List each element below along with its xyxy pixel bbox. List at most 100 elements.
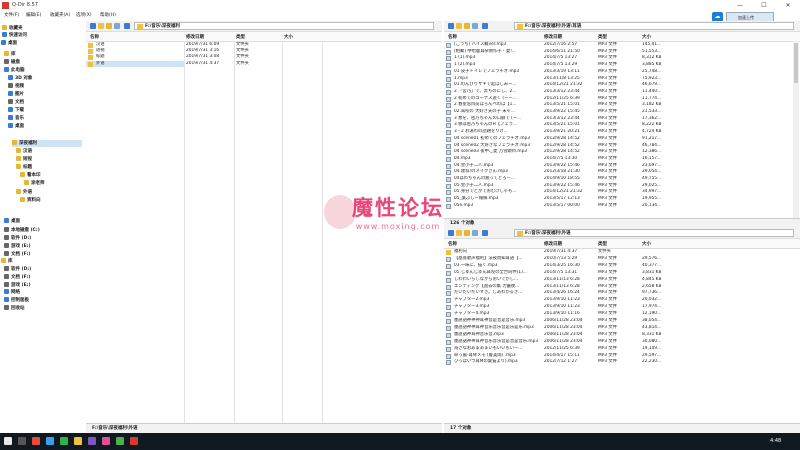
tree-item[interactable]: 文档 (F:) [4,251,30,258]
pane3-file-list[interactable]: 名称 修改日期 类型 大小 福利向 2019/7/31 4:37 文件夹 【基底歌声福… [444,239,800,423]
tree-item[interactable]: 桌面 [4,218,20,225]
file-row[interactable]: 墨語語神神耳神音乐音乐音是乐是乐.mp3 2006/11/28 23:04 MP3 … [444,325,792,332]
tree-item[interactable]: 回收站 [4,305,25,312]
file-row[interactable]: 3 - 2 お湯わの話題をりけ... 2013/9/21 20:21 MP3 文件 4… [444,129,792,136]
file-row[interactable]: 海さなおあまあまいもいいもいー... 2012/11/25 6:39 MP3 文件 1… [444,346,792,353]
tree-item[interactable]: 软件 (D:) [4,235,31,242]
file-row[interactable]: チャプター4.mp3 2013/9/10 11:16 MP3 文件 12,190... [444,311,792,318]
tree-item[interactable]: 库 [4,51,16,58]
file-row[interactable]: 04 scene01 初めてのフェラチオ.mp3 2012/9/28 14:52 M… [444,136,792,143]
file-row[interactable]: 墨語語神神神耳神音是音是音乐.mp3 2006/11/28 23:04 MP3 文件… [444,318,792,325]
taskbar-app-icon[interactable] [116,437,124,445]
file-row[interactable]: 01.のんびりサキで起ばしみー... 2014/12/21 21:32 MP3 文件… [444,82,792,89]
pane2-address-bar[interactable]: F:\音乐\深夜福利\外语\耳语 [514,22,794,30]
tree-item[interactable]: 下载 [8,107,24,114]
file-row[interactable]: 2 初めてのユーナス遊く (ーー... 2012/11/25 6:39 MP3 文件… [444,96,792,103]
file-row[interactable]: ひっぱいつ耳Mの葉猫より).mp3 2012/7/12 1:27 MP3 文件 22,… [444,359,792,366]
tree-item[interactable]: 资料向 [20,197,41,204]
pane2-scrollbar[interactable] [793,41,799,218]
col-size[interactable]: 大小 [284,34,293,40]
tree-item[interactable]: 短视 [16,156,32,163]
taskbar-app-icon[interactable] [102,437,110,445]
file-row[interactable]: 04.建ね!のメイクさん.mp3 2012/3/18 21:30 MP3 文件 29,… [444,169,792,176]
file-row[interactable]: [こうち] ハイス概ver.mp3 2012/7/16 2:57 MP3 文件 145… [444,42,792,49]
file-row[interactable]: 04.mp3 2014/7/5 13:30 MP3 文件 16,157... [444,156,792,163]
tree-item[interactable]: 涂老师 [24,180,45,187]
taskbar-app-icon[interactable] [60,437,68,445]
col-size[interactable]: 大小 [642,34,651,40]
file-row[interactable]: 1 (1).mp3 2014/7/5 13:27 MP3 文件 8,312 KB [444,55,792,62]
search-icon[interactable] [18,437,26,445]
refresh-icon[interactable] [124,23,130,29]
view-icon[interactable] [114,23,120,29]
back-icon[interactable] [448,230,454,236]
file-row[interactable]: エンディング【過去の集 力量後... 2013/11/13 6:28 MP3 文件 2… [444,284,792,291]
file-row[interactable]: 05e.mp3 2013/5/17 00:00 MP3 文件 20,134... [444,203,792,210]
col-modified[interactable]: 修改日期 [544,34,562,40]
tree-item[interactable]: 音乐 [8,115,24,122]
tree-item[interactable]: 桌面 [1,40,17,47]
folder-up-icon[interactable] [456,230,462,236]
col-modified[interactable]: 修改日期 [186,34,204,40]
start-icon[interactable] [4,437,12,445]
file-row[interactable]: 05 じゅんじゅん耳咬の全合同伴(1)... 2014/7/5 13:31 MP3 … [444,270,792,277]
tree-item[interactable]: 游戏 (E:) [4,282,31,289]
file-row[interactable]: [相聚] 咿哈鹿耳朵侧作子・夏!... 2014/6/11 21:50 MP3 文件… [444,49,792,56]
close-button[interactable]: ✕ [776,0,800,11]
menu-file[interactable]: 文件(F) [4,12,19,18]
taskbar-app-icon[interactable] [46,437,54,445]
tree-item[interactable]: 游戏 (E:) [4,243,31,250]
col-type[interactable]: 类型 [236,34,245,40]
tree-item[interactable]: 磁盘 [4,59,20,66]
pane2-file-list[interactable]: 名称 修改日期 类型 大小 [こうち] ハイス概ver.mp3 2012/7/16… [444,32,800,218]
file-row[interactable]: 3 懸は密乃ちゃんのH【フェラ... 2013/5/21 15:01 MP3 文件 8… [444,122,792,129]
menu-options[interactable]: 选项(X) [76,12,92,18]
taskbar-clock[interactable]: 4:48 [770,438,781,444]
file-row[interactable]: 3 悪を、密乃ちゃんの口癖で (ー... 2013/3/12 23:44 MP3 文… [444,116,792,123]
tree-item[interactable]: 3D 对象 [8,75,32,82]
taskbar-app-icon[interactable] [130,437,138,445]
tree-item[interactable]: 外语 [16,189,32,196]
tree-item[interactable]: 文档 [8,99,24,106]
tree-item[interactable]: 软件 (D:) [4,266,31,273]
file-row[interactable]: 04.金小子二人.mp3 2013/9/22 15:46 MP3 文件 23,697.… [444,163,792,170]
menu-favorites[interactable]: 收藏夹(A) [50,12,70,18]
tree-item[interactable]: 汉语 [16,148,32,155]
col-modified[interactable]: 修改日期 [544,241,562,247]
tree-item[interactable]: 收藏夹 [2,25,23,32]
tree-item[interactable]: 视频 [8,83,24,90]
col-name[interactable]: 名称 [448,241,457,247]
file-row[interactable]: 03.一味に、描く.mp3 2014/3/25 16:30 MP3 文件 40,377… [444,263,792,270]
col-type[interactable]: 类型 [598,241,607,247]
file-row[interactable]: 02.耳咬の 大好き夫の子 未ゃ... 2013/9/22 15:45 MP3 文件… [444,109,792,116]
tree-item[interactable]: 此电脑 [4,67,25,74]
tree-item[interactable]: 网络 [4,289,20,296]
refresh-icon[interactable] [482,230,488,236]
refresh-icon[interactable] [482,23,488,29]
file-row[interactable]: 04 scene02 大好きなフェラチオ.mp3 2012/9/28 14:52 M… [444,143,792,150]
tree-item[interactable]: 桌面 [8,123,24,130]
back-icon[interactable] [90,23,96,29]
file-row[interactable]: 04はわちゃんの疲ってとろー... 2014/9/10 18:55 MP3 文件 49… [444,176,792,183]
col-name[interactable]: 名称 [448,34,457,40]
file-row[interactable]: しわわいらしながらおいでかし... 2013/11/13 6:28 MP3 文件 4,… [444,277,792,284]
tree-item[interactable]: 库 [1,258,13,265]
file-row[interactable]: 05.身分でどがでおむけしゃも... 2014/12/21 21:32 MP3 文件… [444,189,792,196]
taskbar-app-icon[interactable] [88,437,96,445]
file-row[interactable]: 墨語語神耳神音乐音.mp3 2006/11/28 23:04 MP3 文件 8,331… [444,332,792,339]
view-icon[interactable] [472,230,478,236]
file-row[interactable]: 墨語語神神耳神音乐音乐音是音是音乐.mp3 2006/11/28 23:04 MP3… [444,339,792,346]
tree-item[interactable]: 看本印 [20,172,41,179]
minimize-button[interactable]: — [728,0,752,11]
file-row[interactable]: 2 春望窓目前ほろんぺのほ【1... 2013/5/21 15:01 MP3 文件 3… [444,102,792,109]
file-row[interactable]: 05_葉ぶしー報媒.mp3 2013/5/17 12:13 MP3 文件 19,955… [444,196,792,203]
folder-up-icon[interactable] [98,23,104,29]
view-icon[interactable] [472,23,478,29]
file-row[interactable]: 01 皮子トイレでフェラチオ.mp3 2013/3/19 13:11 MP3 文件 2… [444,69,792,76]
pane3-address-bar[interactable]: F:\音乐\深夜福利\外语 [514,229,794,237]
file-row[interactable]: 1.mp3 2013/11/8 13:25 MP3 文件 75,923... [444,76,792,83]
menu-help[interactable]: 帮助(H) [100,12,116,18]
file-row[interactable]: 2 「宮乃」で、奔ちのにし、2... 2013/3/12 23:44 MP3 文件 1… [444,89,792,96]
file-row[interactable]: 命っ嵐-耳骨メモ (鲁美雨) .mp3 2014/4/17 15:11 MP3 文件… [444,353,792,360]
file-row[interactable]: 外语 2019/7/31 4:37 文件夹 [86,60,249,68]
